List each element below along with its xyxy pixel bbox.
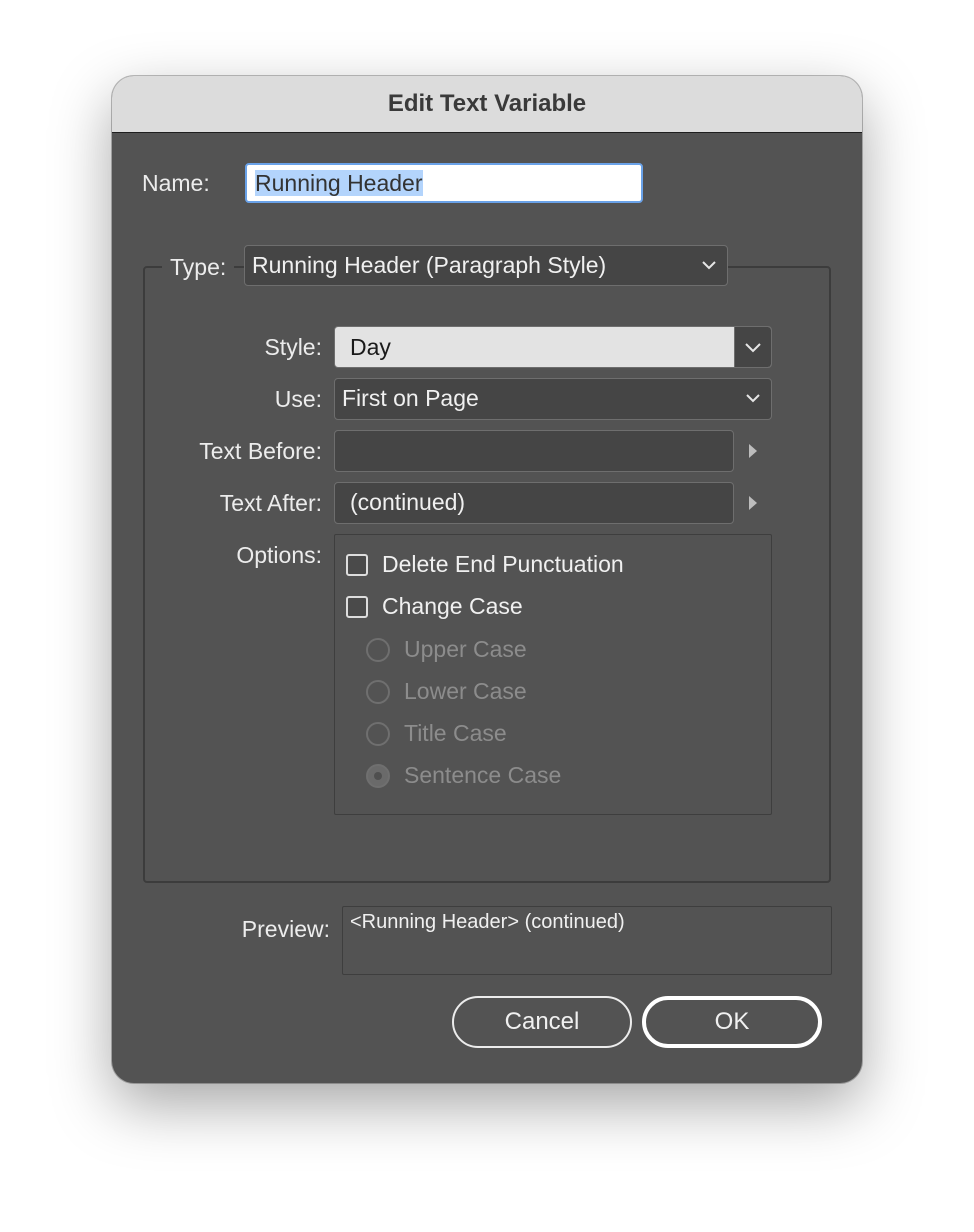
ok-button[interactable]: OK bbox=[642, 996, 822, 1048]
preview-label: Preview: bbox=[241, 916, 330, 942]
title-case-radio[interactable] bbox=[366, 722, 390, 746]
title-case-label: Title Case bbox=[404, 720, 507, 746]
dialog-title: Edit Text Variable bbox=[112, 76, 862, 133]
chevron-down-icon bbox=[745, 343, 761, 353]
change-case-label[interactable]: Change Case bbox=[382, 593, 523, 620]
type-dropdown-value: Running Header (Paragraph Style) bbox=[252, 252, 607, 278]
text-before-label: Text Before: bbox=[199, 438, 322, 464]
name-label: Name: bbox=[142, 170, 210, 196]
chevron-down-icon bbox=[746, 394, 760, 403]
use-dropdown[interactable]: First on Page bbox=[334, 378, 772, 420]
name-input-value: Running Header bbox=[255, 170, 423, 196]
style-dropdown-value: Day bbox=[350, 334, 391, 360]
preview-box: <Running Header> (continued) bbox=[342, 906, 832, 975]
name-input[interactable]: Running Header bbox=[245, 163, 643, 203]
style-dropdown[interactable]: Day bbox=[334, 326, 772, 368]
insert-special-character-arrow-icon[interactable] bbox=[746, 493, 760, 513]
delete-end-punctuation-label[interactable]: Delete End Punctuation bbox=[382, 551, 624, 578]
options-label: Options: bbox=[236, 542, 322, 568]
style-label: Style: bbox=[264, 334, 322, 360]
type-label: Type: bbox=[162, 251, 235, 283]
change-case-checkbox[interactable] bbox=[346, 596, 368, 618]
sentence-case-radio[interactable] bbox=[366, 764, 390, 788]
upper-case-radio[interactable] bbox=[366, 638, 390, 662]
insert-special-character-arrow-icon[interactable] bbox=[746, 441, 760, 461]
lower-case-radio[interactable] bbox=[366, 680, 390, 704]
edit-text-variable-dialog: Edit Text Variable Name: Running Header … bbox=[112, 76, 862, 1083]
text-after-input[interactable]: (continued) bbox=[334, 482, 734, 524]
cancel-button[interactable]: Cancel bbox=[452, 996, 632, 1048]
preview-text: <Running Header> (continued) bbox=[350, 911, 625, 933]
use-dropdown-value: First on Page bbox=[342, 385, 479, 411]
delete-end-punctuation-checkbox[interactable] bbox=[346, 554, 368, 576]
sentence-case-label: Sentence Case bbox=[404, 762, 562, 788]
text-before-input[interactable] bbox=[334, 430, 734, 472]
upper-case-label: Upper Case bbox=[404, 636, 527, 662]
use-label: Use: bbox=[274, 386, 322, 412]
text-after-label: Text After: bbox=[219, 490, 322, 516]
lower-case-label: Lower Case bbox=[404, 678, 527, 704]
chevron-down-icon bbox=[702, 261, 716, 270]
type-dropdown[interactable]: Running Header (Paragraph Style) bbox=[244, 245, 728, 286]
style-dropdown-button[interactable] bbox=[734, 327, 771, 367]
